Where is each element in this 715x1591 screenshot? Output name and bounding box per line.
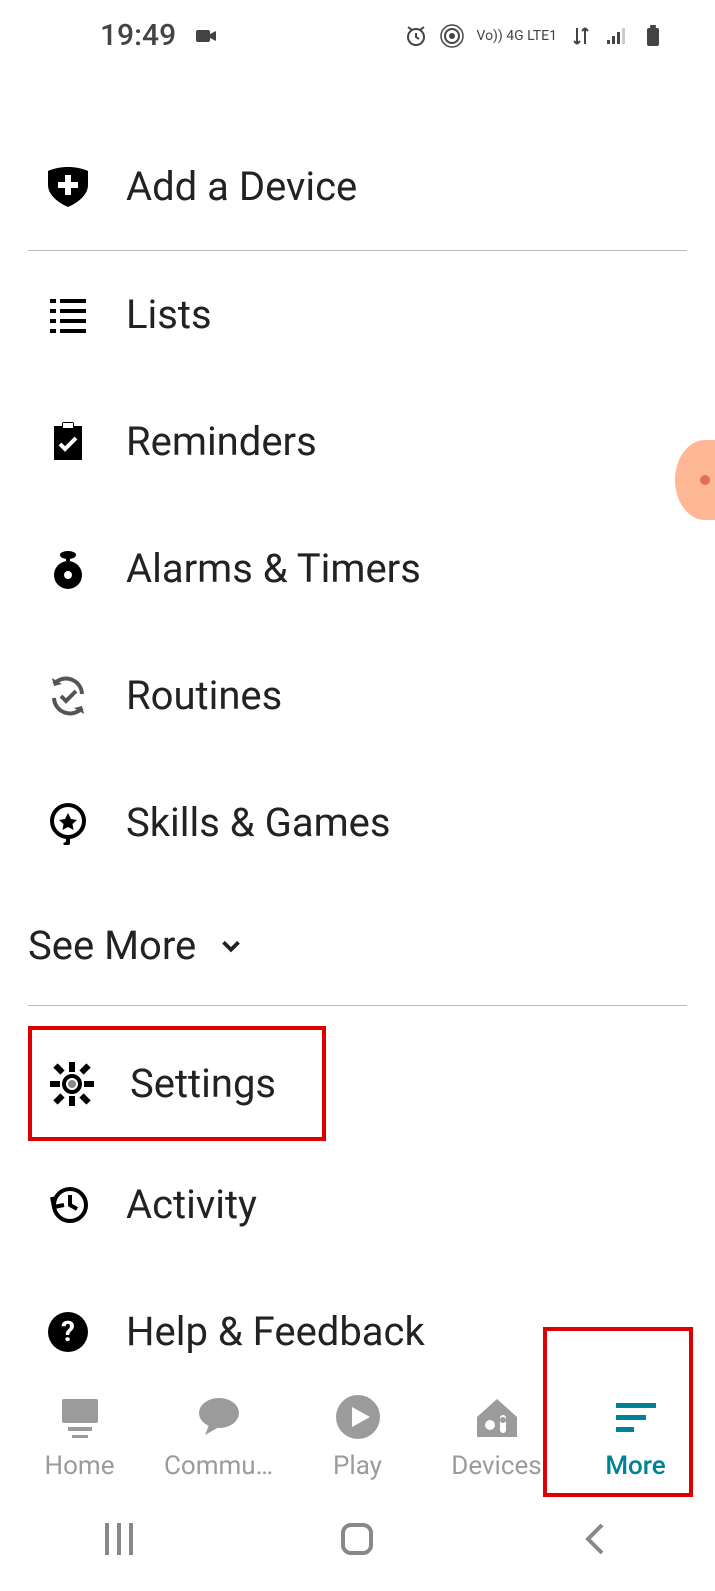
main-content: Add a Device Lists Reminders Alarms & Ti… [0, 63, 715, 1395]
tab-devices[interactable]: Devices [432, 1393, 562, 1481]
signal-icon [605, 24, 629, 48]
menu-add-device[interactable]: Add a Device [28, 123, 687, 250]
settings-highlight: Settings [28, 1026, 326, 1141]
menu-label: Routines [126, 672, 282, 719]
back-button[interactable] [574, 1517, 618, 1565]
tab-play[interactable]: Play [293, 1393, 423, 1481]
bottom-tab-bar: Home Commu… Play Devices More [0, 1373, 715, 1491]
history-icon [46, 1183, 90, 1227]
gear-icon [50, 1062, 94, 1106]
camera-icon [194, 24, 218, 48]
status-bar: 19:49 Vo)) 4G LTE1 [0, 0, 715, 63]
menu-lists[interactable]: Lists [28, 251, 687, 378]
tab-communicate[interactable]: Commu… [154, 1393, 284, 1481]
see-more-label: See More [28, 922, 196, 969]
status-time: 19:49 [100, 18, 176, 53]
menu-label: Help & Feedback [126, 1308, 425, 1355]
status-left: 19:49 [100, 18, 218, 53]
menu-alarms[interactable]: Alarms & Timers [28, 505, 687, 632]
chevron-down-icon [216, 931, 246, 961]
see-more-toggle[interactable]: See More [28, 886, 687, 1005]
menu-skills[interactable]: Skills & Games [28, 759, 687, 886]
system-nav-bar [0, 1491, 715, 1591]
data-arrows-icon [569, 24, 593, 48]
svg-text:?: ? [61, 1315, 75, 1348]
skills-icon [46, 801, 90, 845]
menu-settings[interactable]: Settings [32, 1036, 316, 1131]
battery-icon [641, 24, 665, 48]
network-label: Vo)) 4G LTE1 [476, 29, 557, 43]
more-highlight [543, 1327, 693, 1497]
plus-shield-icon [46, 165, 90, 209]
tab-label: Devices [451, 1451, 541, 1481]
home-icon [56, 1393, 104, 1441]
routines-icon [46, 674, 90, 718]
tab-label: Commu… [164, 1451, 273, 1481]
menu-label: Activity [126, 1181, 257, 1228]
menu-label: Lists [126, 291, 212, 338]
menu-label: Add a Device [126, 163, 357, 210]
menu-label: Skills & Games [126, 799, 391, 846]
menu-label: Settings [130, 1060, 276, 1107]
status-right: Vo)) 4G LTE1 [404, 24, 665, 48]
menu-label: Reminders [126, 418, 317, 465]
menu-reminders[interactable]: Reminders [28, 378, 687, 505]
hotspot-icon [440, 24, 464, 48]
recents-button[interactable] [97, 1517, 141, 1565]
menu-activity[interactable]: Activity [28, 1141, 687, 1268]
alarm-icon [46, 547, 90, 591]
play-icon [334, 1393, 382, 1441]
tab-home[interactable]: Home [15, 1393, 145, 1481]
tab-label: Home [45, 1451, 115, 1481]
clipboard-check-icon [46, 420, 90, 464]
chat-icon [195, 1393, 243, 1441]
help-icon: ? [46, 1310, 90, 1354]
alarm-status-icon [404, 24, 428, 48]
menu-label: Alarms & Timers [126, 545, 421, 592]
list-icon [46, 293, 90, 337]
tab-label: Play [333, 1451, 382, 1481]
devices-icon [473, 1393, 521, 1441]
menu-routines[interactable]: Routines [28, 632, 687, 759]
home-button[interactable] [335, 1517, 379, 1565]
